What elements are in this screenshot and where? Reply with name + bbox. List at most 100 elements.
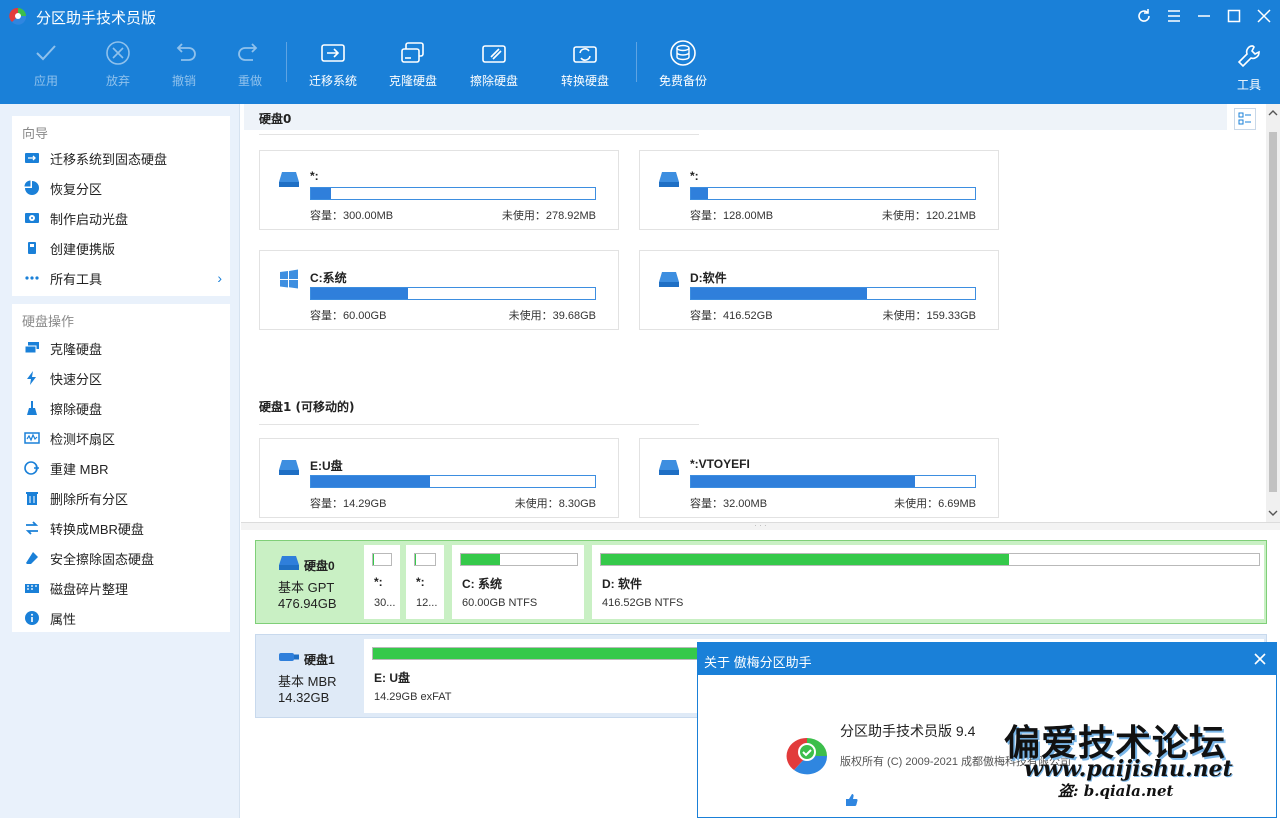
sidebar-item-boot-disc[interactable]: 制作启动光盘 <box>12 204 230 232</box>
close-icon[interactable] <box>1250 649 1270 669</box>
drive-icon <box>659 172 679 187</box>
vertical-scrollbar[interactable] <box>1266 104 1280 522</box>
defrag-icon <box>24 580 40 596</box>
disk-ops-title: 硬盘操作 <box>22 314 75 329</box>
partition-info: 12... <box>416 597 438 609</box>
partition-name: *: <box>690 169 699 183</box>
hamburger-icon <box>1168 10 1180 22</box>
watermark-sub: 盗: b.qiala.net <box>1058 782 1174 800</box>
partition-card[interactable]: D:软件 容量：416.52GB 未使用：159.33GB <box>639 250 999 330</box>
backup-label: 免费备份 <box>658 74 707 88</box>
drive-icon <box>659 272 679 287</box>
partition-card[interactable]: *: 容量：128.00MB 未使用：120.21MB <box>639 150 999 230</box>
usage-bar <box>310 287 596 300</box>
capacity-label: 容量： <box>690 210 723 222</box>
wipe-disk-icon <box>482 45 506 63</box>
watermark-url: www.paijishu.net <box>1024 756 1233 782</box>
disk0-heading-band <box>244 104 1227 130</box>
sidebar-item-all-tools[interactable]: 所有工具 › <box>12 264 230 292</box>
partition-name: *:VTOYEFI <box>690 457 750 471</box>
partition-card[interactable]: E:U盘 容量：14.29GB 未使用：8.30GB <box>259 438 619 518</box>
title-bar: 分区助手技术员版 <box>0 0 1280 32</box>
free-backup-button[interactable]: 免费备份 <box>643 36 723 96</box>
partition-block[interactable]: *: 12... <box>406 545 444 619</box>
tools-button[interactable]: 工具 <box>1209 40 1280 100</box>
usage-fill <box>415 554 417 565</box>
disk-map-row-disk0[interactable]: 硬盘0 基本 GPT 476.94GB *: 30... *: 12... C:… <box>255 540 1267 624</box>
partition-name: D: 软件 <box>602 577 642 591</box>
scroll-up-icon[interactable] <box>1268 108 1278 118</box>
partition-card[interactable]: C:系统 容量：60.00GB 未使用：39.68GB <box>259 250 619 330</box>
maximize-button[interactable] <box>1220 4 1248 28</box>
view-toggle-button[interactable] <box>1234 108 1256 130</box>
divider <box>259 424 699 425</box>
free-value: 159.33GB <box>926 310 976 322</box>
usage-bar <box>372 553 392 566</box>
partition-block[interactable]: D: 软件 416.52GB NTFS <box>592 545 1264 619</box>
menu-button[interactable] <box>1160 4 1188 28</box>
wizard-panel: 向导 迁移系统到固态硬盘 恢复分区 制作启动光盘 创建便携版 所有工具 › <box>12 116 230 296</box>
top-bar: 分区助手技术员版 应用 放弃 撤销 重做 迁移系统 克隆硬盘 擦除硬盘 转换硬盘… <box>0 0 1280 104</box>
capacity-value: 32.00MB <box>723 498 768 510</box>
drive-icon <box>659 460 679 475</box>
toolbar-separator <box>636 42 637 82</box>
sidebar-item-portable[interactable]: 创建便携版 <box>12 234 230 262</box>
partition-name: D:软件 <box>690 271 727 285</box>
close-button[interactable] <box>1250 4 1278 28</box>
sidebar-item-label: 所有工具 <box>50 271 103 287</box>
sidebar-item-rebuild-mbr[interactable]: 重建 MBR <box>12 454 230 482</box>
usage-fill <box>311 288 408 299</box>
convert-icon <box>24 520 40 536</box>
sidebar-item-quick-partition[interactable]: 快速分区 <box>12 364 230 392</box>
partition-block[interactable]: C: 系统 60.00GB NTFS <box>452 545 584 619</box>
partition-block[interactable]: *: 30... <box>364 545 400 619</box>
wipe-disk-button[interactable]: 擦除硬盘 <box>454 36 534 96</box>
migrate-os-button[interactable]: 迁移系统 <box>293 36 373 96</box>
sidebar-item-label: 重建 MBR <box>50 461 109 477</box>
apply-button[interactable]: 应用 <box>6 36 86 96</box>
minimize-button[interactable] <box>1190 4 1218 28</box>
free-label: 未使用： <box>501 210 546 222</box>
thumbs-up-icon[interactable] <box>844 793 858 807</box>
usage-fill <box>461 554 501 565</box>
sidebar-item-check-bad-sectors[interactable]: 检测坏扇区 <box>12 424 230 452</box>
drive-icon <box>279 172 299 187</box>
partition-name: *: <box>416 575 425 589</box>
partition-name: C:系统 <box>310 271 347 285</box>
watermark-prefix: 盗 <box>1058 782 1074 800</box>
migrate-icon <box>24 150 40 166</box>
more-icon <box>24 270 40 286</box>
disk-ops-panel: 硬盘操作 克隆硬盘 快速分区 擦除硬盘 检测坏扇区 重建 MBR 删除所有分区 … <box>12 304 230 632</box>
free-text: 未使用：8.30GB <box>515 495 596 511</box>
watermark: 偏爱技术论坛 www.paijishu.net 盗: b.qiala.net <box>1004 714 1264 804</box>
convert-disk-button[interactable]: 转换硬盘 <box>545 36 625 96</box>
refresh-button[interactable] <box>1130 4 1158 28</box>
sidebar-item-secure-erase[interactable]: 安全擦除固态硬盘 <box>12 544 230 572</box>
sidebar-item-clone-disk[interactable]: 克隆硬盘 <box>12 334 230 362</box>
info-icon <box>24 610 40 626</box>
clone-disk-button[interactable]: 克隆硬盘 <box>373 36 453 96</box>
partition-name: E:U盘 <box>310 459 343 473</box>
sidebar-item-defrag[interactable]: 磁盘碎片整理 <box>12 574 230 602</box>
tools-label: 工具 <box>1236 78 1261 92</box>
sidebar-item-wipe-disk[interactable]: 擦除硬盘 <box>12 394 230 422</box>
free-text: 未使用：6.69MB <box>894 495 976 511</box>
sidebar-item-recover-partition[interactable]: 恢复分区 <box>12 174 230 202</box>
sidebar-item-migrate-ssd[interactable]: 迁移系统到固态硬盘 <box>12 144 230 172</box>
checkmark-icon <box>36 45 56 61</box>
sidebar-item-properties[interactable]: 属性 <box>12 604 230 632</box>
redo-label: 重做 <box>237 74 262 88</box>
pane-splitter[interactable]: · · · <box>241 522 1280 530</box>
sidebar-item-convert-mbr[interactable]: 转换成MBR硬盘 <box>12 514 230 542</box>
sidebar-item-delete-all[interactable]: 删除所有分区 <box>12 484 230 512</box>
usage-bar <box>460 553 578 566</box>
partition-card[interactable]: *: 容量：300.00MB 未使用：278.92MB <box>259 150 619 230</box>
sidebar-item-label: 迁移系统到固态硬盘 <box>50 151 168 167</box>
rebuild-icon <box>24 460 40 476</box>
free-label: 未使用： <box>514 498 559 510</box>
wrench-icon <box>1237 45 1260 68</box>
scrollbar-thumb[interactable] <box>1269 132 1277 492</box>
scroll-down-icon[interactable] <box>1268 508 1278 518</box>
redo-button[interactable]: 重做 <box>210 36 290 96</box>
partition-card[interactable]: *:VTOYEFI 容量：32.00MB 未使用：6.69MB <box>639 438 999 518</box>
